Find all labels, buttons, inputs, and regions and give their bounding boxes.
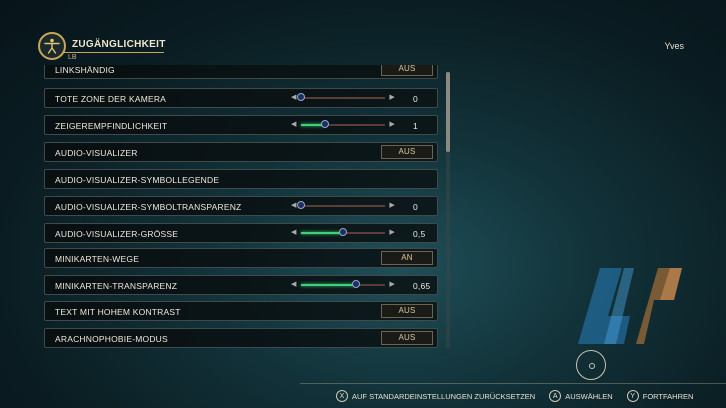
setting-row-audio-visualizer[interactable]: AUDIO-VISUALIZER AUS <box>44 142 438 162</box>
setting-row-arachnophobia-mode[interactable]: ARACHNOPHOBIE-MODUS AUS <box>44 328 438 348</box>
arrow-left-icon[interactable]: ◀ <box>291 201 297 209</box>
setting-label: ARACHNOPHOBIE-MODUS <box>55 334 168 344</box>
setting-row-audio-visualizer-icon-transparency[interactable]: AUDIO-VISUALIZER-SYMBOLTRANSPARENZ ◀ ▶ 0 <box>44 196 438 216</box>
slider[interactable]: ◀ ▶ <box>291 119 395 131</box>
slider-knob[interactable] <box>297 201 305 209</box>
slider-knob[interactable] <box>297 93 305 101</box>
slider[interactable]: ◀ ▶ <box>291 200 395 212</box>
slider-fill <box>301 232 343 234</box>
setting-row-audio-visualizer-legend[interactable]: AUDIO-VISUALIZER-SYMBOLLEGENDE <box>44 169 438 189</box>
arrow-right-icon[interactable]: ▶ <box>389 201 395 209</box>
slider-knob[interactable] <box>351 280 360 288</box>
watermark-logo-icon <box>578 268 682 344</box>
continue-hint[interactable]: Y FORTFAHREN <box>626 390 694 402</box>
slider-value: 0 <box>413 202 418 212</box>
setting-row-left-handed[interactable]: LINKSHÄNDIG AUS <box>44 65 438 79</box>
lb-bumper-hint: LB <box>68 54 77 61</box>
setting-label: ZEIGEREMPFINDLICHKEIT <box>55 121 168 131</box>
arrow-right-icon[interactable]: ▶ <box>389 120 395 128</box>
footer-divider <box>300 383 726 384</box>
setting-label: AUDIO-VISUALIZER-GRÖSSE <box>55 229 179 239</box>
setting-label: TEXT MIT HOHEM KONTRAST <box>55 307 181 317</box>
slider-value: 0 <box>413 94 418 104</box>
setting-row-high-contrast-text[interactable]: TEXT MIT HOHEM KONTRAST AUS <box>44 301 438 321</box>
page-title: ZUGÄNGLICHKEIT <box>72 39 166 50</box>
slider-knob[interactable] <box>320 120 329 128</box>
scrollbar-thumb[interactable] <box>446 72 450 152</box>
continue-label: FORTFAHREN <box>642 391 694 401</box>
toggle-value[interactable]: AUS <box>381 331 433 345</box>
accessibility-emblem-icon <box>38 32 66 60</box>
arrow-right-icon[interactable]: ▶ <box>389 280 395 288</box>
y-button-icon: Y <box>626 390 639 402</box>
settings-list: LINKSHÄNDIG AUS TOTE ZONE DER KAMERA ◀ ▶… <box>44 65 438 349</box>
setting-label: MINIKARTEN-TRANSPARENZ <box>55 281 178 291</box>
compass-center-icon <box>589 363 595 369</box>
reset-defaults-hint[interactable]: X AUF STANDARDEINSTELLUNGEN ZURÜCKSETZEN <box>336 390 535 402</box>
arrow-right-icon[interactable]: ▶ <box>389 93 395 101</box>
setting-label: AUDIO-VISUALIZER <box>55 148 138 158</box>
scrollbar[interactable] <box>446 72 450 348</box>
slider-track <box>301 280 385 288</box>
footer-hints: X AUF STANDARDEINSTELLUNGEN ZURÜCKSETZEN… <box>336 388 707 404</box>
page-header: ZUGÄNGLICHKEIT LB <box>38 32 168 62</box>
slider[interactable]: ◀ ▶ <box>291 227 395 239</box>
toggle-value[interactable]: AUS <box>381 65 433 76</box>
slider-track <box>301 228 385 236</box>
select-label: AUSWÄHLEN <box>565 391 613 401</box>
slider[interactable]: ◀ ▶ <box>291 92 395 104</box>
slider-value: 1 <box>413 121 418 131</box>
slider-value: 0,65 <box>413 281 431 291</box>
slider[interactable]: ◀ ▶ <box>291 279 395 291</box>
setting-row-pointer-sensitivity[interactable]: ZEIGEREMPFINDLICHKEIT ◀ ▶ 1 <box>44 115 438 135</box>
slider-track <box>297 201 385 209</box>
arrow-left-icon[interactable]: ◀ <box>291 93 297 101</box>
arrow-left-icon[interactable]: ◀ <box>291 120 297 128</box>
slider-fill <box>301 284 356 286</box>
toggle-value[interactable]: AUS <box>381 304 433 318</box>
setting-label: MINIKARTEN-WEGE <box>55 254 140 264</box>
x-button-icon: X <box>336 390 348 402</box>
compass-icon <box>576 350 606 380</box>
select-hint[interactable]: A AUSWÄHLEN <box>549 390 613 402</box>
setting-row-camera-deadzone[interactable]: TOTE ZONE DER KAMERA ◀ ▶ 0 <box>44 88 438 108</box>
arrow-left-icon[interactable]: ◀ <box>291 280 297 288</box>
slider-track <box>301 120 385 128</box>
reset-defaults-label: AUF STANDARDEINSTELLUNGEN ZURÜCKSETZEN <box>352 391 536 401</box>
a-button-icon: A <box>549 390 562 402</box>
title-underline <box>64 52 164 53</box>
setting-label: LINKSHÄNDIG <box>55 65 115 75</box>
slider-knob[interactable] <box>339 228 347 236</box>
slider-value: 0,5 <box>413 229 426 239</box>
setting-row-minimap-paths[interactable]: MINIKARTEN-WEGE AN <box>44 248 438 268</box>
username: Yves <box>664 41 684 51</box>
setting-row-audio-visualizer-size[interactable]: AUDIO-VISUALIZER-GRÖSSE ◀ ▶ 0,5 <box>44 223 438 243</box>
setting-label: AUDIO-VISUALIZER-SYMBOLLEGENDE <box>55 175 220 185</box>
toggle-value[interactable]: AUS <box>381 145 433 159</box>
arrow-left-icon[interactable]: ◀ <box>291 228 297 236</box>
setting-label: TOTE ZONE DER KAMERA <box>55 94 167 104</box>
setting-row-minimap-transparency[interactable]: MINIKARTEN-TRANSPARENZ ◀ ▶ 0,65 <box>44 275 438 295</box>
setting-label: AUDIO-VISUALIZER-SYMBOLTRANSPARENZ <box>55 202 242 212</box>
slider-track <box>297 93 385 101</box>
toggle-value[interactable]: AN <box>381 251 433 265</box>
arrow-right-icon[interactable]: ▶ <box>389 228 395 236</box>
